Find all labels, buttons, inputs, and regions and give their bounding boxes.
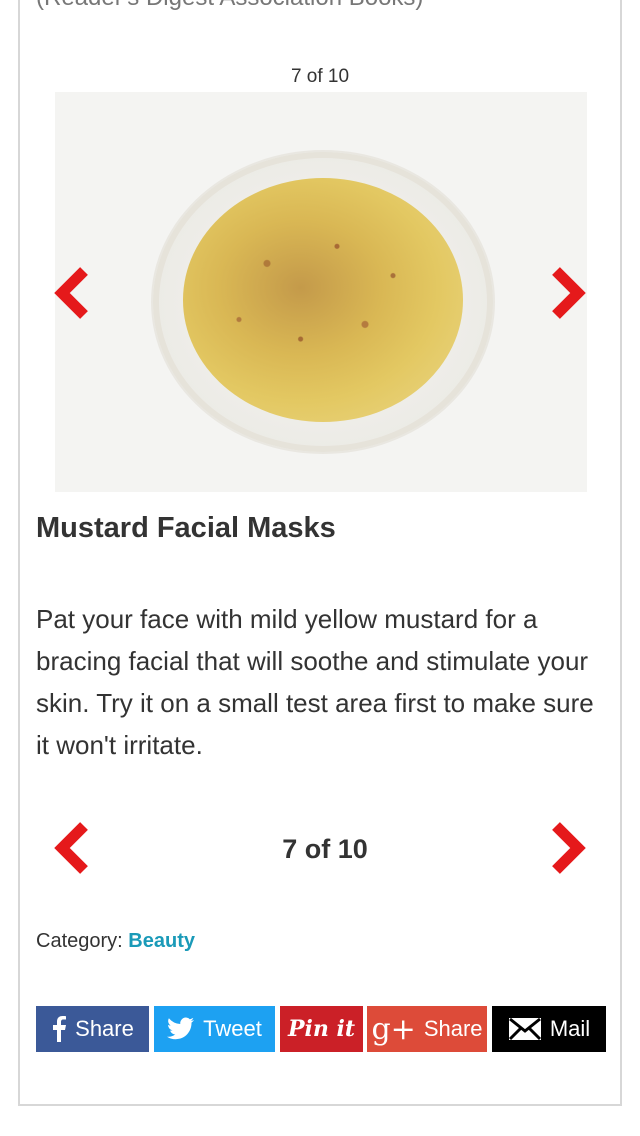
slide-title: Mustard Facial Masks [36,512,336,544]
prev-slide-button-top[interactable] [52,265,92,321]
chevron-right-icon [552,267,586,319]
twitter-icon [167,1017,195,1041]
twitter-tweet-label: Tweet [203,1016,262,1041]
mail-share-button[interactable]: Mail [492,1006,606,1052]
next-slide-button-bottom[interactable] [548,820,588,876]
facebook-share-button[interactable]: Share [36,1006,149,1052]
google-plus-share-button[interactable]: g+ Share [367,1006,487,1052]
chevron-left-icon [54,267,88,319]
mustard-image [183,178,463,422]
google-plus-icon: g+ [371,1011,416,1047]
mail-share-label: Mail [549,1016,591,1041]
slide-description: Pat your face with mild yellow mustard f… [36,604,594,760]
chevron-right-icon [552,822,586,874]
category-label: Category: [36,930,123,952]
slide-image [55,92,587,492]
category-link[interactable]: Beauty [128,930,195,952]
next-slide-button-top[interactable] [548,265,588,321]
slide-counter-top: 7 of 10 [290,66,350,87]
pinterest-pin-label: Pin it [287,1016,356,1042]
slide-counter-bottom: 7 of 10 [282,834,368,864]
image-source-credit: (Reader's Digest Association Books) [36,0,423,12]
facebook-share-label: Share [75,1016,134,1041]
google-plus-share-label: Share [423,1016,483,1041]
pinterest-pin-button[interactable]: Pin it [280,1006,363,1052]
twitter-tweet-button[interactable]: Tweet [154,1006,275,1052]
mustard-jar-image [153,152,493,452]
facebook-icon [51,1016,67,1042]
envelope-icon [508,1017,542,1041]
category-line: Category: Beauty [36,930,195,953]
